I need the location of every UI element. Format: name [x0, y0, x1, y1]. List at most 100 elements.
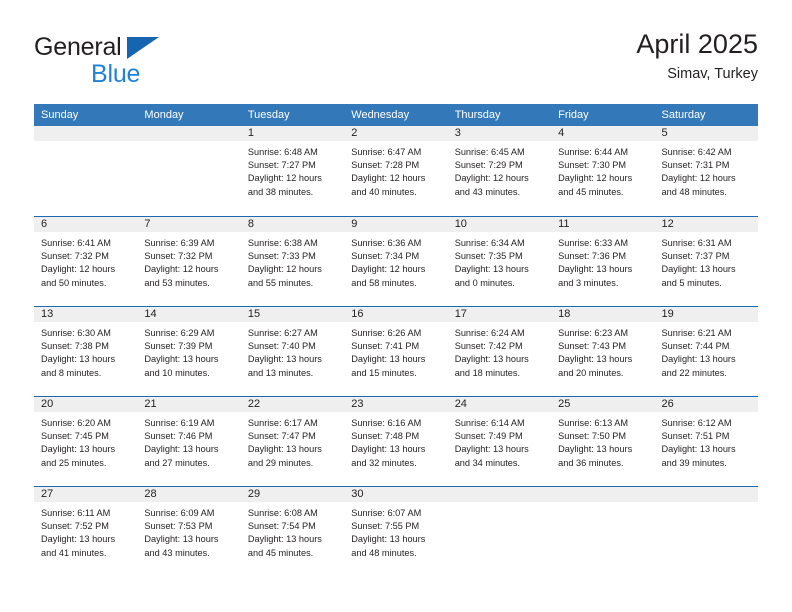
- day-number-band: 26: [654, 397, 758, 412]
- daylight-text-line2: and 48 minutes.: [661, 186, 727, 197]
- day-details: Sunrise: 6:34 AM Sunset: 7:35 PM Daylight:…: [448, 232, 551, 290]
- day-details: Sunrise: 6:16 AM Sunset: 7:48 PM Daylight:…: [344, 412, 447, 470]
- sunrise-text: Sunrise: 6:09 AM: [144, 508, 215, 518]
- day-number-band: 1: [240, 126, 345, 141]
- day-cell[interactable]: 17 Sunrise: 6:24 AM Sunset: 7:42 PM Dayligh…: [447, 307, 552, 396]
- sunrise-text: Sunrise: 6:42 AM: [661, 147, 732, 157]
- day-cell[interactable]: 7 Sunrise: 6:39 AM Sunset: 7:32 PM Daylight…: [137, 217, 241, 306]
- brand-logo[interactable]: General Blue: [34, 32, 264, 92]
- day-cell[interactable]: 11 Sunrise: 6:33 AM Sunset: 7:36 PM Dayligh…: [551, 217, 655, 306]
- day-cell[interactable]: 13 Sunrise: 6:30 AM Sunset: 7:38 PM Dayligh…: [34, 307, 138, 396]
- sunset-text: Sunset: 7:29 PM: [454, 160, 523, 171]
- sunrise-text: Sunrise: 6:12 AM: [661, 418, 732, 428]
- day-cell[interactable]: 14 Sunrise: 6:29 AM Sunset: 7:39 PM Dayligh…: [137, 307, 241, 396]
- day-cell[interactable]: 27 Sunrise: 6:11 AM Sunset: 7:52 PM Dayligh…: [34, 487, 138, 576]
- sunset-text: Sunset: 7:32 PM: [144, 251, 213, 262]
- daylight-text-line1: Daylight: 13 hours: [247, 444, 322, 455]
- day-cell[interactable]: 5 Sunrise: 6:42 AM Sunset: 7:31 PM Daylight…: [654, 126, 758, 216]
- daylight-text-line1: Daylight: 12 hours: [351, 264, 426, 275]
- day-cell[interactable]: 24 Sunrise: 6:14 AM Sunset: 7:49 PM Dayligh…: [447, 397, 552, 486]
- daylight-text-line2: and 20 minutes.: [558, 367, 624, 378]
- day-number-band: 10: [447, 217, 552, 232]
- day-number: 17: [454, 308, 467, 320]
- day-cell[interactable]: 12 Sunrise: 6:31 AM Sunset: 7:37 PM Dayligh…: [654, 217, 758, 306]
- day-number-band: 30: [344, 487, 448, 502]
- day-cell[interactable]: 30 Sunrise: 6:07 AM Sunset: 7:55 PM Dayligh…: [344, 487, 448, 576]
- day-cell[interactable]: 10 Sunrise: 6:34 AM Sunset: 7:35 PM Dayligh…: [447, 217, 552, 306]
- day-details: Sunrise: 6:31 AM Sunset: 7:37 PM Daylight:…: [655, 232, 758, 290]
- day-details: Sunrise: 6:30 AM Sunset: 7:38 PM Daylight:…: [34, 322, 137, 380]
- day-cell[interactable]: 9 Sunrise: 6:36 AM Sunset: 7:34 PM Daylight…: [344, 217, 448, 306]
- day-cell[interactable]: 23 Sunrise: 6:16 AM Sunset: 7:48 PM Dayligh…: [344, 397, 448, 486]
- sunset-text: Sunset: 7:44 PM: [661, 341, 730, 352]
- day-details: Sunrise: 6:19 AM Sunset: 7:46 PM Daylight:…: [137, 412, 240, 470]
- day-cell[interactable]: 16 Sunrise: 6:26 AM Sunset: 7:41 PM Dayligh…: [344, 307, 448, 396]
- daylight-text-line1: Daylight: 13 hours: [661, 354, 736, 365]
- day-details: Sunrise: 6:33 AM Sunset: 7:36 PM Daylight:…: [551, 232, 654, 290]
- triangle-icon: [127, 37, 159, 59]
- day-number: 21: [144, 398, 157, 410]
- sunset-text: Sunset: 7:53 PM: [144, 521, 213, 532]
- sunrise-text: Sunrise: 6:19 AM: [144, 418, 215, 428]
- day-number-band: [34, 126, 138, 141]
- day-cell[interactable]: 19 Sunrise: 6:21 AM Sunset: 7:44 PM Dayligh…: [654, 307, 758, 396]
- day-number: 14: [144, 308, 157, 320]
- day-number: 26: [661, 398, 674, 410]
- day-cell[interactable]: 25 Sunrise: 6:13 AM Sunset: 7:50 PM Dayligh…: [551, 397, 655, 486]
- sunrise-text: Sunrise: 6:14 AM: [454, 418, 525, 428]
- daylight-text-line1: Daylight: 13 hours: [661, 264, 736, 275]
- day-cell[interactable]: 28 Sunrise: 6:09 AM Sunset: 7:53 PM Dayligh…: [137, 487, 241, 576]
- sunset-text: Sunset: 7:38 PM: [41, 341, 109, 352]
- sunset-text: Sunset: 7:50 PM: [558, 431, 627, 442]
- day-number: 6: [41, 218, 48, 230]
- daylight-text-line2: and 13 minutes.: [247, 367, 314, 378]
- sunrise-text: Sunrise: 6:41 AM: [41, 238, 111, 248]
- day-details: Sunrise: 6:24 AM Sunset: 7:42 PM Daylight:…: [448, 322, 551, 380]
- sunrise-text: Sunrise: 6:17 AM: [247, 418, 318, 428]
- day-cell[interactable]: 6 Sunrise: 6:41 AM Sunset: 7:32 PM Daylight…: [34, 217, 138, 306]
- day-cell[interactable]: 20 Sunrise: 6:20 AM Sunset: 7:45 PM Dayligh…: [34, 397, 138, 486]
- sunset-text: Sunset: 7:35 PM: [454, 251, 523, 262]
- weekday-header-monday: Monday: [144, 109, 184, 121]
- day-details: Sunrise: 6:36 AM Sunset: 7:34 PM Daylight:…: [344, 232, 447, 290]
- weekday-header-friday: Friday: [558, 109, 589, 121]
- day-cell[interactable]: 18 Sunrise: 6:23 AM Sunset: 7:43 PM Dayligh…: [551, 307, 655, 396]
- day-cell[interactable]: 3 Sunrise: 6:45 AM Sunset: 7:29 PM Daylight…: [447, 126, 552, 216]
- calendar-week-row: 27 Sunrise: 6:11 AM Sunset: 7:52 PM Dayligh…: [34, 486, 758, 576]
- calendar-week-row: 20 Sunrise: 6:20 AM Sunset: 7:45 PM Dayligh…: [34, 396, 758, 486]
- day-number: 9: [351, 218, 358, 230]
- day-cell[interactable]: 1 Sunrise: 6:48 AM Sunset: 7:27 PM Daylight…: [240, 126, 345, 216]
- sunrise-text: Sunrise: 6:39 AM: [144, 238, 215, 248]
- day-details: Sunrise: 6:48 AM Sunset: 7:27 PM Daylight:…: [241, 141, 344, 199]
- day-number: 2: [351, 127, 358, 139]
- day-number-band: 7: [137, 217, 241, 232]
- day-number-band: 25: [551, 397, 655, 412]
- day-cell[interactable]: 29 Sunrise: 6:08 AM Sunset: 7:54 PM Dayligh…: [240, 487, 345, 576]
- day-details: Sunrise: 6:47 AM Sunset: 7:28 PM Daylight:…: [344, 141, 447, 199]
- day-number: 18: [558, 308, 571, 320]
- sunrise-text: Sunrise: 6:36 AM: [351, 238, 422, 248]
- day-cell[interactable]: 8 Sunrise: 6:38 AM Sunset: 7:33 PM Daylight…: [240, 217, 345, 306]
- day-details: Sunrise: 6:45 AM Sunset: 7:29 PM Daylight:…: [448, 141, 551, 199]
- day-cell[interactable]: 4 Sunrise: 6:44 AM Sunset: 7:30 PM Daylight…: [551, 126, 655, 216]
- day-details: Sunrise: 6:07 AM Sunset: 7:55 PM Daylight:…: [344, 502, 447, 560]
- daylight-text-line2: and 43 minutes.: [144, 547, 210, 558]
- daylight-text-line2: and 3 minutes.: [558, 277, 619, 288]
- day-cell[interactable]: 26 Sunrise: 6:12 AM Sunset: 7:51 PM Dayligh…: [654, 397, 758, 486]
- daylight-text-line2: and 36 minutes.: [558, 457, 624, 468]
- daylight-text-line1: Daylight: 12 hours: [247, 264, 322, 275]
- sunset-text: Sunset: 7:42 PM: [454, 341, 523, 352]
- day-details: Sunrise: 6:23 AM Sunset: 7:43 PM Daylight:…: [551, 322, 654, 380]
- daylight-text-line1: Daylight: 12 hours: [558, 173, 633, 184]
- day-cell[interactable]: 2 Sunrise: 6:47 AM Sunset: 7:28 PM Daylight…: [344, 126, 448, 216]
- sunrise-text: Sunrise: 6:31 AM: [661, 238, 732, 248]
- day-number-band: 13: [34, 307, 138, 322]
- daylight-text-line1: Daylight: 13 hours: [454, 264, 529, 275]
- day-cell[interactable]: 15 Sunrise: 6:27 AM Sunset: 7:40 PM Dayligh…: [240, 307, 345, 396]
- day-number: 30: [351, 488, 364, 500]
- daylight-text-line2: and 53 minutes.: [144, 277, 210, 288]
- day-cell[interactable]: 22 Sunrise: 6:17 AM Sunset: 7:47 PM Dayligh…: [240, 397, 345, 486]
- day-cell[interactable]: 21 Sunrise: 6:19 AM Sunset: 7:46 PM Dayligh…: [137, 397, 241, 486]
- daylight-text-line1: Daylight: 13 hours: [454, 354, 529, 365]
- daylight-text-line2: and 8 minutes.: [41, 367, 102, 378]
